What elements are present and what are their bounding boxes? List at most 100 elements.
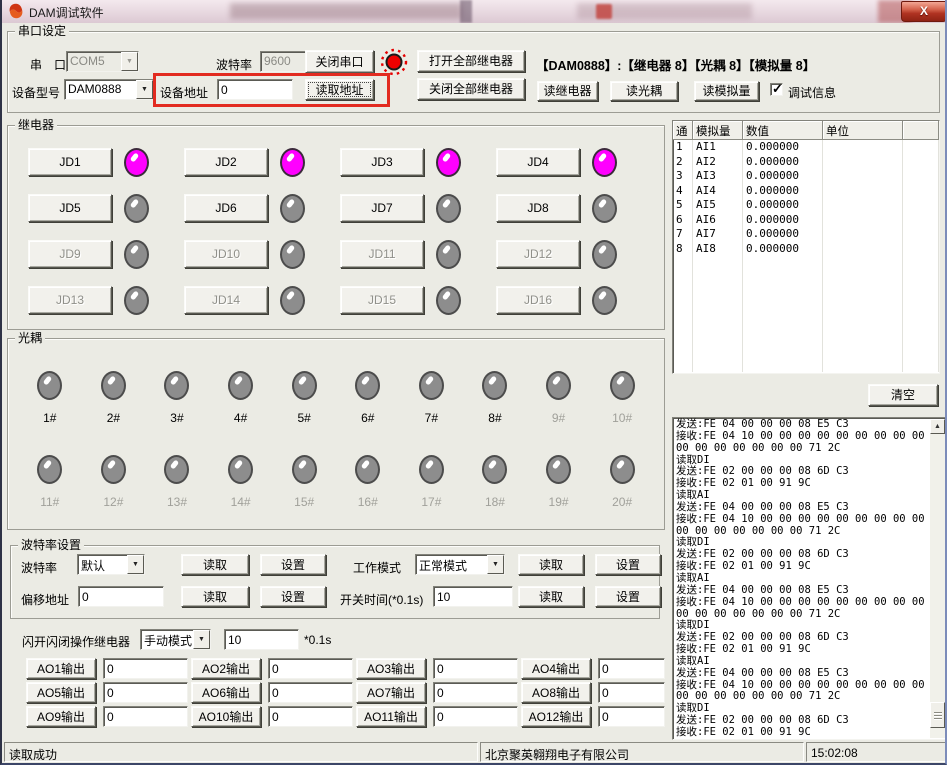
- ao-output-button-9[interactable]: AO9输出: [26, 706, 96, 727]
- ao-output-button-8[interactable]: AO8输出: [521, 682, 591, 703]
- relay-button-jd8[interactable]: JD8: [496, 194, 580, 222]
- relay-button-jd16: JD16: [496, 286, 580, 314]
- relay-button-jd1[interactable]: JD1: [28, 148, 112, 176]
- offset-set-button[interactable]: 设置: [260, 586, 326, 607]
- ao-output-input-10[interactable]: [268, 706, 353, 727]
- opto-cell: 14#: [209, 447, 273, 531]
- relay-button-jd7[interactable]: JD7: [340, 194, 424, 222]
- ao-output-button-12[interactable]: AO12输出: [521, 706, 591, 727]
- flash-time-input[interactable]: [224, 629, 299, 650]
- ao-output-button-1[interactable]: AO1输出: [26, 658, 96, 679]
- opto-cell: 6#: [336, 363, 400, 447]
- relay-button-jd5[interactable]: JD5: [28, 194, 112, 222]
- analog-table-cell: 0.000000: [743, 213, 823, 228]
- chevron-down-icon[interactable]: ▼: [136, 80, 153, 99]
- work-mode-combo[interactable]: 正常模式 ▼: [415, 554, 505, 575]
- baudrate-set-button[interactable]: 设置: [260, 554, 326, 575]
- analog-table-cell: AI3: [693, 169, 743, 184]
- ao-output-input-3[interactable]: [433, 658, 518, 679]
- log-scrollbar[interactable]: ▲: [930, 419, 945, 738]
- work-mode-combo-value: 正常模式: [416, 555, 487, 574]
- opto-led: [419, 455, 444, 484]
- device-model-value: DAM0888: [65, 80, 136, 99]
- ao-output-button-6[interactable]: AO6输出: [191, 682, 261, 703]
- debug-info-checkbox[interactable]: ✓: [770, 83, 783, 96]
- relay-cell: JD10: [184, 231, 340, 277]
- close-serial-button[interactable]: 关闭串口: [305, 50, 374, 73]
- read-analog-button[interactable]: 读模拟量: [694, 81, 759, 101]
- open-all-relays-button[interactable]: 打开全部继电器: [417, 50, 525, 72]
- analog-table-cell: AI5: [693, 198, 743, 213]
- switch-time-set-button[interactable]: 设置: [595, 586, 661, 607]
- scroll-up-icon[interactable]: ▲: [930, 419, 945, 434]
- flash-mode-combo[interactable]: 手动模式 ▼: [140, 629, 211, 650]
- ao-output-input-9[interactable]: [103, 706, 188, 727]
- baudrate-combo-value: 默认: [78, 555, 127, 574]
- ao-output-button-2[interactable]: AO2输出: [191, 658, 261, 679]
- ao-output-button-10[interactable]: AO10输出: [191, 706, 261, 727]
- ao-output-input-12[interactable]: [598, 706, 665, 727]
- ao-output-input-5[interactable]: [103, 682, 188, 703]
- status-bar: 读取成功 北京聚英翱翔电子有限公司 15:02:08: [2, 740, 945, 765]
- opto-led: [546, 371, 571, 400]
- status-company: 北京聚英翱翔电子有限公司: [480, 742, 804, 762]
- ao-output-input-8[interactable]: [598, 682, 665, 703]
- chevron-down-icon[interactable]: ▼: [193, 630, 210, 649]
- read-address-button[interactable]: 读取地址: [305, 79, 374, 100]
- ao-output-button-3[interactable]: AO3输出: [356, 658, 426, 679]
- switch-time-read-button[interactable]: 读取: [518, 586, 584, 607]
- window-title: DAM调试软件: [29, 4, 104, 21]
- clear-log-button[interactable]: 清空: [868, 384, 938, 406]
- ao-output-input-4[interactable]: [598, 658, 665, 679]
- close-button[interactable]: X: [901, 1, 945, 22]
- work-mode-set-button[interactable]: 设置: [595, 554, 661, 575]
- opto-label: 11#: [40, 495, 59, 509]
- flash-time-unit: *0.1s: [304, 633, 331, 647]
- relay-button-jd9: JD9: [28, 240, 112, 268]
- analog-table-row: 4AI40.000000: [673, 184, 939, 199]
- analog-table-cell: [823, 227, 903, 242]
- baudrate-read-button[interactable]: 读取: [181, 554, 249, 575]
- relay-button-jd6[interactable]: JD6: [184, 194, 268, 222]
- relay-led-on: [592, 148, 617, 177]
- analog-table-cell: [823, 271, 903, 286]
- close-all-relays-button[interactable]: 关闭全部继电器: [417, 78, 525, 100]
- analog-table-cell: [903, 184, 939, 199]
- relay-button-jd2[interactable]: JD2: [184, 148, 268, 176]
- relay-button-jd3[interactable]: JD3: [340, 148, 424, 176]
- analog-table-cell: [693, 329, 743, 344]
- read-opto-button[interactable]: 读光耦: [610, 81, 678, 101]
- ao-output-input-1[interactable]: [103, 658, 188, 679]
- ao-output-input-6[interactable]: [268, 682, 353, 703]
- opto-label: 16#: [358, 495, 378, 509]
- ao-output-input-11[interactable]: [433, 706, 518, 727]
- ao-output-input-2[interactable]: [268, 658, 353, 679]
- ao-output-button-11[interactable]: AO11输出: [356, 706, 426, 727]
- ao-output-button-4[interactable]: AO4输出: [521, 658, 591, 679]
- analog-table-cell: 0.000000: [743, 184, 823, 199]
- read-relay-button[interactable]: 读继电器: [537, 81, 598, 101]
- offset-address-input[interactable]: [78, 586, 164, 607]
- analog-table-cell: [903, 329, 939, 344]
- debug-log[interactable]: 发送:FE 04 00 00 00 08 E5 C3 接收:FE 04 10 0…: [672, 417, 947, 740]
- analog-table-cell: 1: [673, 140, 693, 155]
- scrollbar-thumb[interactable]: [930, 702, 945, 728]
- ao-output-button-5[interactable]: AO5输出: [26, 682, 96, 703]
- opto-led: [164, 371, 189, 400]
- device-address-input[interactable]: [217, 79, 293, 100]
- offset-read-button[interactable]: 读取: [181, 586, 249, 607]
- ao-output-button-7[interactable]: AO7输出: [356, 682, 426, 703]
- ao-output-input-7[interactable]: [433, 682, 518, 703]
- analog-table-cell: [823, 213, 903, 228]
- switch-time-input[interactable]: [433, 586, 513, 607]
- device-model-combo[interactable]: DAM0888 ▼: [64, 79, 154, 100]
- relay-button-jd4[interactable]: JD4: [496, 148, 580, 176]
- work-mode-read-button[interactable]: 读取: [518, 554, 584, 575]
- chevron-down-icon[interactable]: ▼: [127, 555, 144, 574]
- title-bar: DAM调试软件 X: [2, 0, 945, 23]
- analog-table-cell: [823, 285, 903, 300]
- analog-table-cell: [903, 358, 939, 373]
- baudrate-combo[interactable]: 默认 ▼: [77, 554, 145, 575]
- analog-table-cell: [823, 358, 903, 373]
- chevron-down-icon[interactable]: ▼: [487, 555, 504, 574]
